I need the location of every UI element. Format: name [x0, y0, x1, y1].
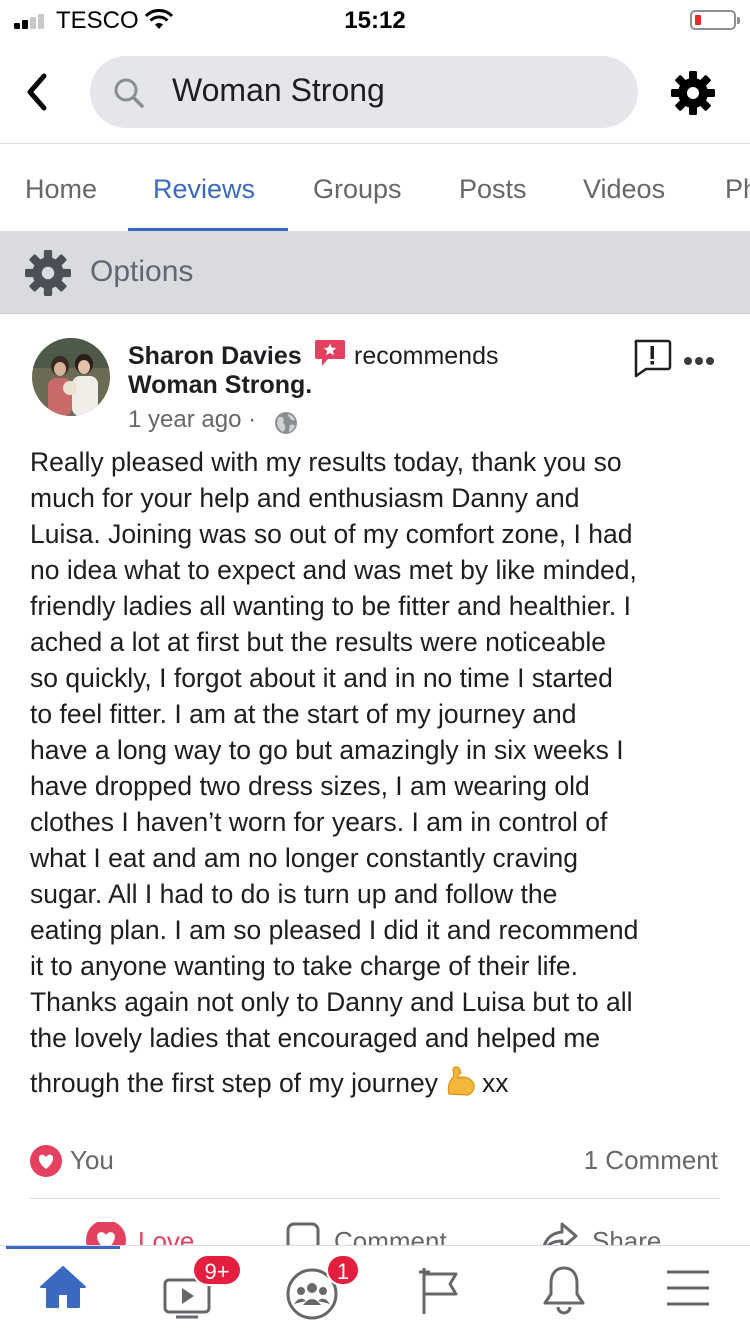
- review-text-line: no idea what to expect and was met by li…: [30, 555, 637, 585]
- tab-videos[interactable]: Videos: [583, 174, 665, 205]
- review-text-line: it to anyone wanting to take charge of t…: [30, 951, 578, 981]
- menu-hamburger-icon[interactable]: [664, 1264, 712, 1314]
- settings-gear-icon[interactable]: [670, 70, 716, 116]
- tab-home[interactable]: Home: [25, 174, 97, 205]
- review-text-line: Thanks again not only to Danny and Luisa…: [30, 987, 633, 1017]
- share-label: Share: [592, 1226, 662, 1246]
- options-gear-icon: [25, 250, 71, 296]
- comment-icon: [286, 1222, 320, 1246]
- review-text-line: have a long way to go but amazingly in s…: [30, 735, 624, 765]
- review-text-line: Luisa. Joining was so out of my comfort …: [30, 519, 633, 549]
- tab-groups[interactable]: Groups: [313, 174, 402, 205]
- search-header: Woman Strong: [0, 40, 750, 144]
- review-text-line: what I eat and am no longer constantly c…: [30, 843, 578, 873]
- reactions-summary[interactable]: You: [70, 1145, 114, 1176]
- review-text-line: the lovely ladies that encouraged and he…: [30, 1023, 601, 1053]
- comment-label: Comment: [334, 1226, 447, 1246]
- active-nav-indicator: [6, 1246, 120, 1249]
- tab-posts[interactable]: Posts: [459, 174, 527, 205]
- status-time: 15:12: [344, 7, 406, 34]
- recommendation-badge-icon: [315, 340, 345, 366]
- bottom-navigation: 9+ 1: [0, 1245, 750, 1334]
- groups-notification-badge: 1: [326, 1254, 360, 1286]
- love-button[interactable]: Love: [86, 1222, 216, 1246]
- review-text-line: so quickly, I forgot about it and in no …: [30, 663, 613, 693]
- back-arrow-icon[interactable]: [22, 70, 50, 114]
- search-icon: [114, 78, 144, 108]
- review-text-line: have dropped two dress sizes, I am weari…: [30, 771, 590, 801]
- review-text-line: sugar. All I had to do is turn up and fo…: [30, 879, 558, 909]
- review-text-line: clothes I haven’t worn for years. I am i…: [30, 807, 608, 837]
- review-text: Really pleased with my results today, th…: [30, 444, 722, 1101]
- notifications-bell-icon[interactable]: [540, 1264, 588, 1318]
- avatar[interactable]: [32, 338, 110, 416]
- comment-button[interactable]: Comment: [286, 1222, 486, 1246]
- share-button[interactable]: Share: [540, 1222, 680, 1246]
- review-text-line: much for your help and enthusiasm Danny …: [30, 483, 580, 513]
- love-label: Love: [138, 1226, 195, 1246]
- review-text-line: eating plan. I am so pleased I did it an…: [30, 915, 639, 945]
- search-field[interactable]: Woman Strong: [90, 56, 638, 128]
- review-text-fragment: through the first step of my journey: [30, 1068, 439, 1098]
- love-reaction-icon: [86, 1222, 126, 1246]
- options-bar[interactable]: Options: [0, 232, 750, 314]
- review-text-line: to feel fitter. I am at the start of my …: [30, 699, 577, 729]
- home-icon[interactable]: [38, 1264, 88, 1310]
- status-bar: TESCO 15:12: [0, 0, 750, 40]
- review-text-fragment: xx: [482, 1068, 509, 1098]
- tab-reviews[interactable]: Reviews: [153, 174, 255, 205]
- share-icon: [542, 1222, 578, 1246]
- post-timestamp[interactable]: 1 year ago ·: [128, 406, 256, 434]
- review-text-line: Really pleased with my results today, th…: [30, 447, 622, 477]
- watch-tab[interactable]: 9+: [162, 1254, 242, 1324]
- recommends-text: recommends: [354, 342, 499, 370]
- flexed-biceps-emoji-icon: [447, 1066, 475, 1096]
- search-query: Woman Strong: [172, 72, 385, 108]
- review-text-line: ached a lot at first but the results wer…: [30, 627, 606, 657]
- comments-count[interactable]: 1 Comment: [584, 1145, 718, 1176]
- divider: [30, 1198, 720, 1199]
- review-author[interactable]: Sharon Davies: [128, 342, 302, 371]
- review-text-line: through the first step of my journey xx: [30, 1064, 722, 1101]
- groups-tab[interactable]: 1: [286, 1254, 366, 1324]
- love-reaction-icon[interactable]: [30, 1145, 62, 1177]
- options-label: Options: [90, 255, 194, 288]
- page-tabs: Home Reviews Groups Posts Videos Ph: [0, 146, 750, 232]
- more-options-icon[interactable]: [684, 352, 717, 370]
- watch-notification-badge: 9+: [192, 1254, 242, 1286]
- report-flag-icon[interactable]: [632, 338, 672, 378]
- review-text-line: friendly ladies all wanting to be fitter…: [30, 591, 632, 621]
- pages-flag-icon[interactable]: [416, 1264, 464, 1318]
- recommended-page-name[interactable]: Woman Strong.: [128, 371, 312, 400]
- battery-icon: [690, 10, 740, 30]
- tab-photos[interactable]: Ph: [725, 174, 750, 205]
- globe-public-icon: [275, 412, 297, 434]
